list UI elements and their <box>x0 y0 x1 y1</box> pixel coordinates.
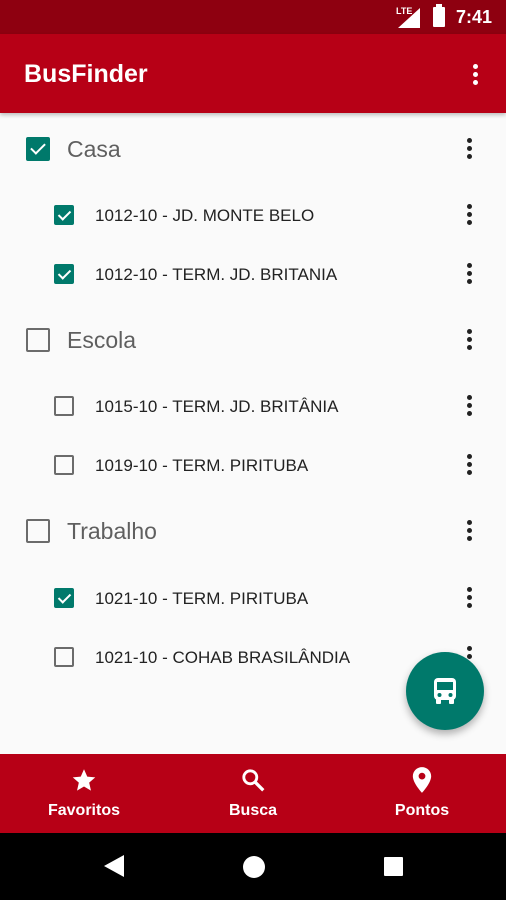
route-checkbox[interactable] <box>54 455 74 475</box>
group-row-casa[interactable]: Casa <box>0 125 506 175</box>
bottom-navigation: Favoritos Busca Pontos <box>0 754 506 833</box>
group-label: Escola <box>67 327 137 353</box>
route-label: 1012-10 - TERM. JD. BRITANIA <box>95 265 338 284</box>
app-bar: BusFinder <box>0 34 506 113</box>
route-checkbox[interactable] <box>54 396 74 416</box>
battery-icon <box>433 4 445 27</box>
group-label: Trabalho <box>67 518 157 544</box>
signal-icon <box>398 8 420 28</box>
route-checkbox[interactable] <box>54 205 74 225</box>
status-bar: LTE 7:41 <box>0 0 506 34</box>
group-checkbox[interactable] <box>26 519 50 543</box>
more-vert-icon[interactable] <box>466 452 472 476</box>
group-checkbox[interactable] <box>26 328 50 352</box>
route-label: 1021-10 - TERM. PIRITUBA <box>95 589 309 608</box>
route-label: 1015-10 - TERM. JD. BRITÂNIA <box>95 397 339 416</box>
group-row-trabalho[interactable]: Trabalho <box>0 507 506 557</box>
more-vert-icon[interactable] <box>466 202 472 226</box>
group-checkbox[interactable] <box>26 137 50 161</box>
nav-label: Pontos <box>394 802 450 819</box>
bus-icon <box>434 678 456 704</box>
route-row[interactable]: 1012-10 - JD. MONTE BELO <box>0 191 506 241</box>
route-row[interactable]: 1015-10 - TERM. JD. BRITÂNIA <box>0 382 506 432</box>
nav-favoritos[interactable]: Favoritos <box>0 754 168 833</box>
group-row-escola[interactable]: Escola <box>0 316 506 366</box>
group-label: Casa <box>67 136 121 162</box>
back-icon[interactable] <box>104 855 124 877</box>
route-row[interactable]: 1019-10 - TERM. PIRITUBA <box>0 441 506 491</box>
route-label: 1019-10 - TERM. PIRITUBA <box>95 456 309 475</box>
route-row[interactable]: 1012-10 - TERM. JD. BRITANIA <box>0 250 506 300</box>
more-vert-icon[interactable] <box>466 393 472 417</box>
location-pin-icon <box>411 766 433 794</box>
route-row[interactable]: 1021-10 - TERM. PIRITUBA <box>0 574 506 624</box>
route-checkbox[interactable] <box>54 588 74 608</box>
more-vert-icon[interactable] <box>466 261 472 285</box>
more-vert-icon[interactable] <box>466 136 472 160</box>
route-checkbox[interactable] <box>54 264 74 284</box>
app-title: BusFinder <box>24 60 148 88</box>
nav-pontos[interactable]: Pontos <box>338 754 506 833</box>
more-vert-icon[interactable] <box>466 585 472 609</box>
more-vert-icon[interactable] <box>466 327 472 351</box>
search-icon <box>240 766 266 794</box>
find-bus-fab[interactable] <box>406 652 484 730</box>
route-label: 1021-10 - COHAB BRASILÂNDIA <box>95 648 351 667</box>
more-vert-icon[interactable] <box>472 62 478 86</box>
route-label: 1012-10 - JD. MONTE BELO <box>95 206 315 225</box>
route-checkbox[interactable] <box>54 647 74 667</box>
system-navigation-bar <box>0 833 506 900</box>
more-vert-icon[interactable] <box>466 518 472 542</box>
nav-label: Busca <box>228 802 278 819</box>
nav-label: Favoritos <box>47 802 120 819</box>
recents-icon[interactable] <box>384 857 403 876</box>
home-icon[interactable] <box>243 856 265 878</box>
nav-busca[interactable]: Busca <box>169 754 337 833</box>
star-icon <box>70 766 98 794</box>
clock: 7:41 <box>456 7 493 27</box>
